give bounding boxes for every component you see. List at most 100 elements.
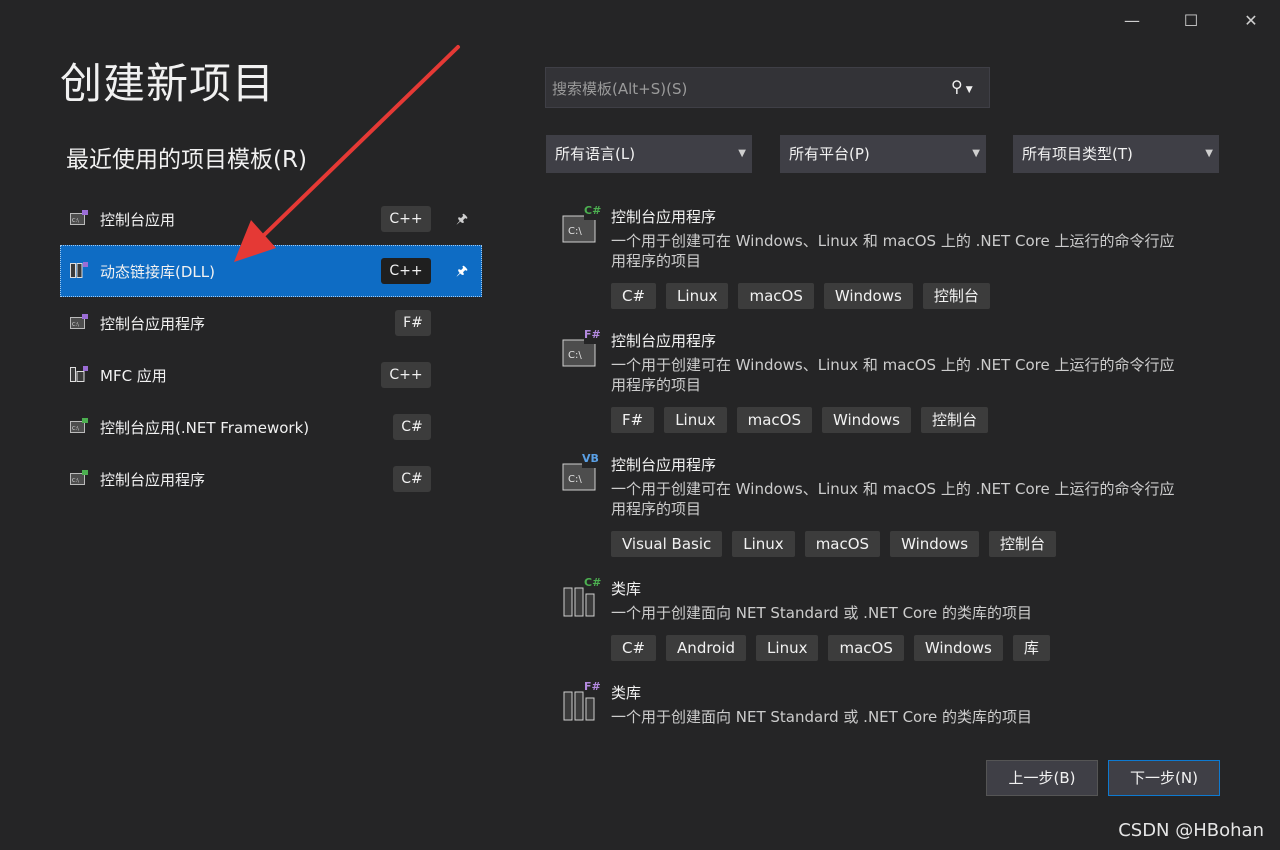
recent-item[interactable]: C:\ 控制台应用程序 F# xyxy=(60,297,482,349)
console-app-icon: C:\ xyxy=(70,418,88,433)
project-type-filter-value: 所有项目类型(T) xyxy=(1022,145,1133,163)
maximize-button[interactable]: ☐ xyxy=(1171,6,1211,34)
svg-text:C:\: C:\ xyxy=(72,478,79,484)
svg-text:C:\: C:\ xyxy=(72,322,79,328)
template-name: 控制台应用程序 xyxy=(611,456,717,474)
search-box: ⚲▼ xyxy=(545,67,990,109)
tag: Windows xyxy=(822,407,911,433)
tag: macOS xyxy=(738,283,814,309)
template-description: 一个用于创建可在 Windows、Linux 和 macOS 上的 .NET C… xyxy=(611,480,1175,518)
svg-text:C:\: C:\ xyxy=(568,474,582,485)
language-filter-dropdown[interactable]: 所有语言(L) ▼ xyxy=(546,135,752,173)
lang-badge: F# xyxy=(584,680,601,693)
tag: Windows xyxy=(890,531,980,557)
tag: macOS xyxy=(828,635,904,661)
page-title: 创建新项目 xyxy=(60,59,276,108)
recent-templates-list: C:\ 控制台应用 C++ 🖈 动态链接库(DLL) C++ 🖈 C:\ 控制台… xyxy=(60,193,482,505)
template-item[interactable]: C:\ VB 控制台应用程序 一个用于创建可在 Windows、Linux 和 … xyxy=(560,448,1200,568)
language-tag: C++ xyxy=(381,206,431,232)
language-tag: C# xyxy=(393,466,431,492)
mfc-app-icon xyxy=(70,366,88,382)
tag: 控制台 xyxy=(989,531,1057,557)
template-item[interactable]: C:\ F# 控制台应用程序 一个用于创建可在 Windows、Linux 和 … xyxy=(560,324,1200,444)
language-tag: C++ xyxy=(381,362,431,388)
tag: 控制台 xyxy=(922,283,990,309)
svg-text:C:\: C:\ xyxy=(72,426,79,432)
tag: Linux xyxy=(756,635,819,661)
tag: 库 xyxy=(1012,635,1050,661)
template-tags: C# Linux macOS Windows 控制台 xyxy=(611,283,990,309)
platform-filter-dropdown[interactable]: 所有平台(P) ▼ xyxy=(780,135,986,173)
language-tag: C++ xyxy=(381,258,431,284)
template-name: 控制台应用程序 xyxy=(611,208,717,226)
tag: 控制台 xyxy=(920,407,988,433)
template-description: 一个用于创建面向 NET Standard 或 .NET Core 的类库的项目 xyxy=(611,708,1033,725)
template-description: 一个用于创建面向 NET Standard 或 .NET Core 的类库的项目 xyxy=(611,604,1033,622)
recent-item[interactable]: C:\ 控制台应用(.NET Framework) C# xyxy=(60,401,482,453)
tag: Windows xyxy=(823,283,913,309)
recent-item[interactable]: 动态链接库(DLL) C++ 🖈 xyxy=(60,245,482,297)
recent-item-label: 控制台应用程序 xyxy=(100,314,206,333)
console-app-icon: C:\ xyxy=(70,314,88,329)
template-name: 类库 xyxy=(611,684,642,702)
recent-item[interactable]: C:\ 控制台应用程序 C# xyxy=(60,453,482,505)
template-item[interactable]: C:\ C# 控制台应用程序 一个用于创建可在 Windows、Linux 和 … xyxy=(560,200,1200,320)
console-app-icon: C:\ xyxy=(70,470,88,485)
recent-item-label: 动态链接库(DLL) xyxy=(100,262,215,281)
search-options-button[interactable]: ⚲ ▼ xyxy=(951,77,987,99)
template-item[interactable]: C# 类库 一个用于创建面向 NET Standard 或 .NET Core … xyxy=(560,572,1200,672)
template-description: 一个用于创建可在 Windows、Linux 和 macOS 上的 .NET C… xyxy=(611,356,1175,394)
tag: macOS xyxy=(804,531,881,557)
tag: Linux xyxy=(666,283,729,309)
tag: Windows xyxy=(913,635,1003,661)
search-icon: ⚲ xyxy=(951,77,963,96)
language-filter-value: 所有语言(L) xyxy=(555,145,636,163)
watermark: CSDN @HBohan xyxy=(1118,820,1264,841)
back-button[interactable]: 上一步(B) xyxy=(986,760,1098,796)
tag: Visual Basic xyxy=(611,531,723,557)
recent-item-label: 控制台应用 xyxy=(100,210,176,229)
svg-text:C:\: C:\ xyxy=(568,226,582,237)
lang-badge: VB xyxy=(582,452,599,465)
template-tags: C# Android Linux macOS Windows 库 xyxy=(611,635,1050,661)
search-input[interactable] xyxy=(550,68,944,109)
template-list: C:\ C# 控制台应用程序 一个用于创建可在 Windows、Linux 和 … xyxy=(560,200,1240,725)
language-tag: C# xyxy=(393,414,431,440)
recent-item[interactable]: MFC 应用 C++ xyxy=(60,349,482,401)
tag: Android xyxy=(666,635,747,661)
next-button[interactable]: 下一步(N) xyxy=(1108,760,1220,796)
dll-library-icon xyxy=(70,262,88,278)
template-name: 类库 xyxy=(611,580,642,598)
template-tags: F# Linux macOS Windows 控制台 xyxy=(611,407,988,433)
tag: Linux xyxy=(664,407,727,433)
recent-templates-title: 最近使用的项目模板(R) xyxy=(66,147,307,173)
chevron-down-icon: ▼ xyxy=(738,148,746,159)
language-tag: F# xyxy=(395,310,431,336)
chevron-down-icon: ▼ xyxy=(972,148,980,159)
chevron-down-icon: ▼ xyxy=(1205,148,1213,159)
close-button[interactable]: ✕ xyxy=(1231,6,1271,34)
tag: Linux xyxy=(732,531,795,557)
lang-badge: F# xyxy=(584,328,601,341)
tag: F# xyxy=(611,407,655,433)
pin-icon[interactable]: 🖈 xyxy=(456,262,468,284)
recent-item[interactable]: C:\ 控制台应用 C++ 🖈 xyxy=(60,193,482,245)
console-app-icon: C:\ xyxy=(70,210,88,225)
tag: C# xyxy=(611,635,657,661)
svg-text:C:\: C:\ xyxy=(568,350,582,361)
project-type-filter-dropdown[interactable]: 所有项目类型(T) ▼ xyxy=(1013,135,1219,173)
recent-item-label: 控制台应用(.NET Framework) xyxy=(100,418,310,437)
recent-item-label: MFC 应用 xyxy=(100,366,167,385)
template-name: 控制台应用程序 xyxy=(611,332,717,350)
pin-icon[interactable]: 🖈 xyxy=(456,210,468,232)
svg-text:C:\: C:\ xyxy=(72,218,79,224)
template-item[interactable]: F# 类库 一个用于创建面向 NET Standard 或 .NET Core … xyxy=(560,676,1200,725)
minimize-button[interactable]: — xyxy=(1112,6,1152,34)
tag: C# xyxy=(611,283,657,309)
recent-item-label: 控制台应用程序 xyxy=(100,470,206,489)
lang-badge: C# xyxy=(584,204,602,217)
template-description: 一个用于创建可在 Windows、Linux 和 macOS 上的 .NET C… xyxy=(611,232,1175,270)
platform-filter-value: 所有平台(P) xyxy=(789,145,870,163)
tag: macOS xyxy=(736,407,813,433)
lang-badge: C# xyxy=(584,576,602,589)
